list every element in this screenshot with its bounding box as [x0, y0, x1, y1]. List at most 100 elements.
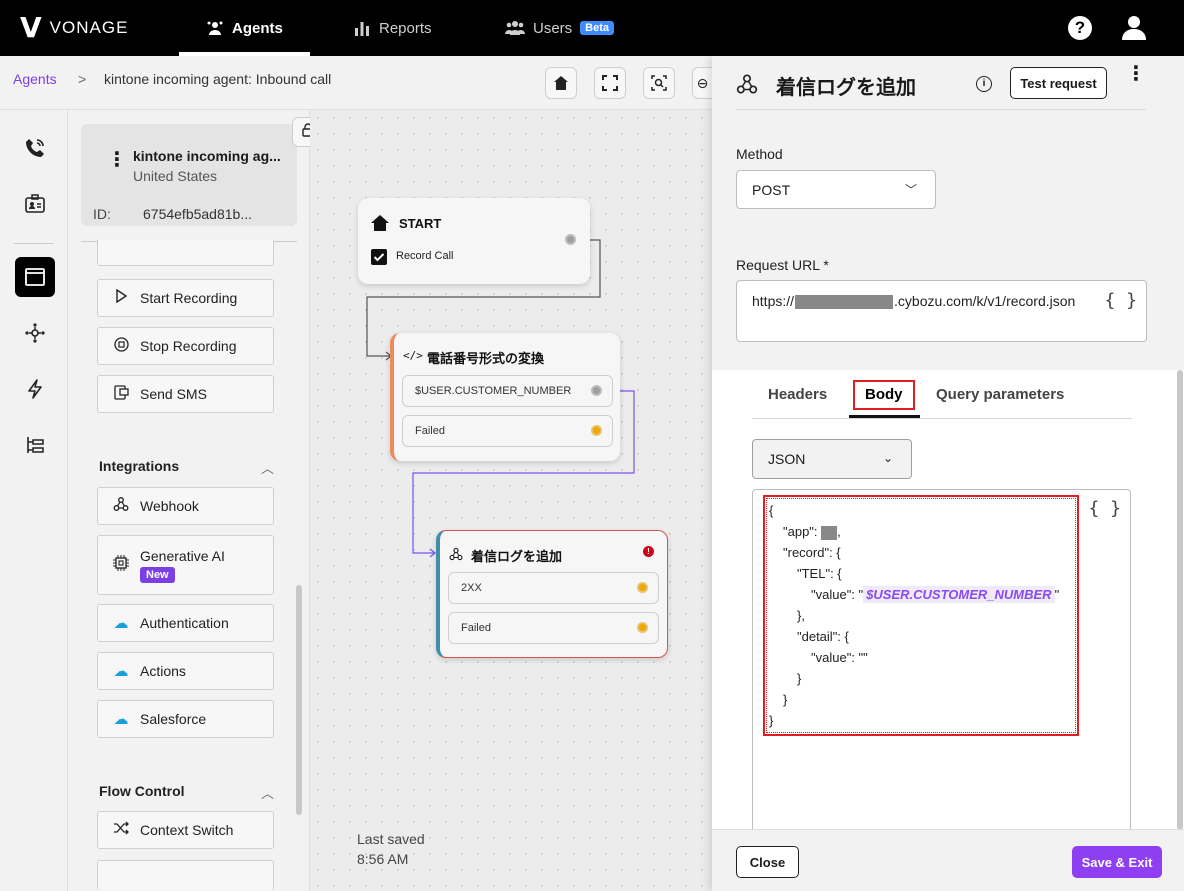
components-panel: ⋮ kintone incoming ag... United States I…	[68, 110, 310, 891]
chevron-down-icon: ⌄	[882, 451, 893, 465]
component-partial-item[interactable]	[97, 860, 274, 890]
json-body-editor[interactable]: { } { "app": , "record": { "TEL": { "val…	[752, 489, 1131, 834]
network-node-icon[interactable]	[15, 313, 55, 353]
redacted-app-id	[821, 525, 838, 540]
chevron-up-icon[interactable]: ︿	[261, 458, 274, 477]
phone-format-node-title: 電話番号形式の変換	[427, 351, 545, 366]
failed-output: Failed	[461, 622, 491, 634]
2xx-output: 2XX	[461, 582, 482, 594]
fullscreen-icon	[602, 75, 618, 91]
redacted-subdomain	[795, 295, 894, 310]
webhook-icon	[449, 547, 463, 566]
breadcrumb-agents-link[interactable]: Agents	[13, 71, 57, 87]
node-output-row[interactable]: Failed	[448, 612, 659, 644]
output-port[interactable]	[591, 385, 602, 396]
braces-icon[interactable]: { }	[1088, 498, 1121, 519]
add-incoming-log-node-title: 着信ログを追加	[471, 549, 563, 564]
help-icon[interactable]: ?	[1068, 16, 1092, 40]
start-recording-button[interactable]: Start Recording	[97, 279, 274, 317]
salesforce-button[interactable]: ☁ Salesforce	[97, 700, 274, 738]
customer-number-output: $USER.CUSTOMER_NUMBER	[415, 385, 572, 397]
contact-card-icon[interactable]	[15, 184, 55, 224]
test-request-button[interactable]: Test request	[1010, 67, 1107, 99]
home-button[interactable]	[545, 67, 577, 99]
stop-icon	[112, 336, 130, 356]
phone-format-node[interactable]: </> 電話番号形式の変換 $USER.CUSTOMER_NUMBER Fail…	[390, 333, 620, 461]
tab-headers[interactable]: Headers	[768, 386, 827, 403]
breadcrumb-current: kintone incoming agent: Inbound call	[104, 71, 332, 87]
output-port[interactable]	[565, 234, 576, 245]
save-and-exit-button[interactable]: Save & Exit	[1072, 846, 1162, 878]
integrations-section-title: Integrations	[99, 458, 180, 474]
window-icon[interactable]	[15, 257, 55, 297]
context-switch-button[interactable]: Context Switch	[97, 811, 274, 849]
zoom-out-button[interactable]: ⊖	[692, 67, 712, 99]
stop-recording-label: Stop Recording	[140, 338, 237, 354]
webhook-icon	[736, 73, 758, 101]
output-port[interactable]	[591, 425, 602, 436]
brand-name: VONAGE	[49, 18, 129, 37]
user-profile-icon[interactable]	[1121, 14, 1147, 40]
checkbox-icon[interactable]	[371, 249, 387, 265]
webhook-label: Webhook	[140, 498, 199, 514]
method-value: POST	[752, 181, 791, 198]
node-output-row[interactable]: Failed	[402, 415, 613, 447]
send-sms-button[interactable]: Send SMS	[97, 375, 274, 413]
vonage-v-icon: V	[20, 11, 42, 44]
actions-button[interactable]: ☁ Actions	[97, 652, 274, 690]
component-partial-item[interactable]	[97, 240, 274, 266]
authentication-label: Authentication	[140, 615, 229, 631]
tab-query-parameters[interactable]: Query parameters	[936, 386, 1064, 403]
nav-reports-label: Reports	[379, 19, 432, 37]
output-port[interactable]	[637, 622, 648, 633]
chip-icon	[112, 555, 130, 575]
node-output-row[interactable]: 2XX	[448, 572, 659, 604]
body-format-value: JSON	[768, 451, 806, 467]
context-switch-label: Context Switch	[140, 822, 234, 838]
method-select[interactable]: POST ﹀	[736, 170, 936, 209]
generative-ai-button[interactable]: Generative AI New	[97, 535, 274, 595]
agent-menu-icon[interactable]: ⋮	[107, 150, 127, 170]
request-url-field[interactable]: https:// .cybozu.com/k/v1/record.json { }	[736, 280, 1147, 342]
start-node[interactable]: START Record Call	[358, 198, 590, 284]
authentication-button[interactable]: ☁ Authentication	[97, 604, 274, 642]
method-label: Method	[736, 146, 783, 162]
code-line: "detail": {	[797, 629, 849, 644]
body-format-select[interactable]: JSON ⌄	[752, 439, 912, 479]
request-url-label: Request URL *	[736, 257, 829, 273]
webhook-button[interactable]: Webhook	[97, 487, 274, 525]
output-port[interactable]	[637, 582, 648, 593]
add-incoming-log-node[interactable]: 着信ログを追加 ! 2XX Failed	[436, 530, 668, 658]
vonage-logo[interactable]: V VONAGE	[20, 14, 128, 42]
phone-icon[interactable]	[15, 128, 55, 168]
code-line: {	[769, 503, 774, 518]
home-icon	[554, 76, 568, 90]
zoom-fit-button[interactable]	[643, 67, 675, 99]
close-button[interactable]: Close	[736, 846, 799, 878]
home-icon	[371, 215, 389, 231]
code-line: }	[797, 671, 802, 686]
drawer-scrollbar[interactable]	[1177, 370, 1183, 830]
flow-canvas[interactable]: START Record Call </> 電話番号形式の変換 $USER.CU…	[310, 110, 712, 891]
agent-id: 6754efb5ad81b...	[143, 206, 252, 222]
lightning-icon[interactable]	[15, 369, 55, 409]
drawer-title: 着信ログを追加	[776, 77, 916, 99]
tree-structure-icon[interactable]	[15, 425, 55, 465]
chevron-up-icon[interactable]: ︿	[261, 783, 274, 802]
nav-reports[interactable]: Reports	[353, 0, 432, 56]
braces-icon[interactable]: { }	[1104, 290, 1137, 311]
code-line: },	[797, 608, 805, 623]
info-icon[interactable]: i	[976, 76, 992, 92]
nav-users[interactable]: Users Beta	[505, 0, 615, 56]
more-options-icon[interactable]: ⋮	[1126, 64, 1146, 84]
node-output-row[interactable]: $USER.CUSTOMER_NUMBER	[402, 375, 613, 407]
start-node-title: START	[399, 216, 442, 231]
code-line: "value": " $USER.CUSTOMER_NUMBER "	[811, 586, 1060, 603]
panel-scrollbar[interactable]	[296, 585, 302, 815]
last-saved-label: Last saved	[357, 831, 425, 847]
fullscreen-button[interactable]	[594, 67, 626, 99]
failed-output: Failed	[415, 425, 445, 437]
nav-agents[interactable]: Agents	[206, 0, 283, 56]
stop-recording-button[interactable]: Stop Recording	[97, 327, 274, 365]
users-icon	[505, 21, 525, 35]
